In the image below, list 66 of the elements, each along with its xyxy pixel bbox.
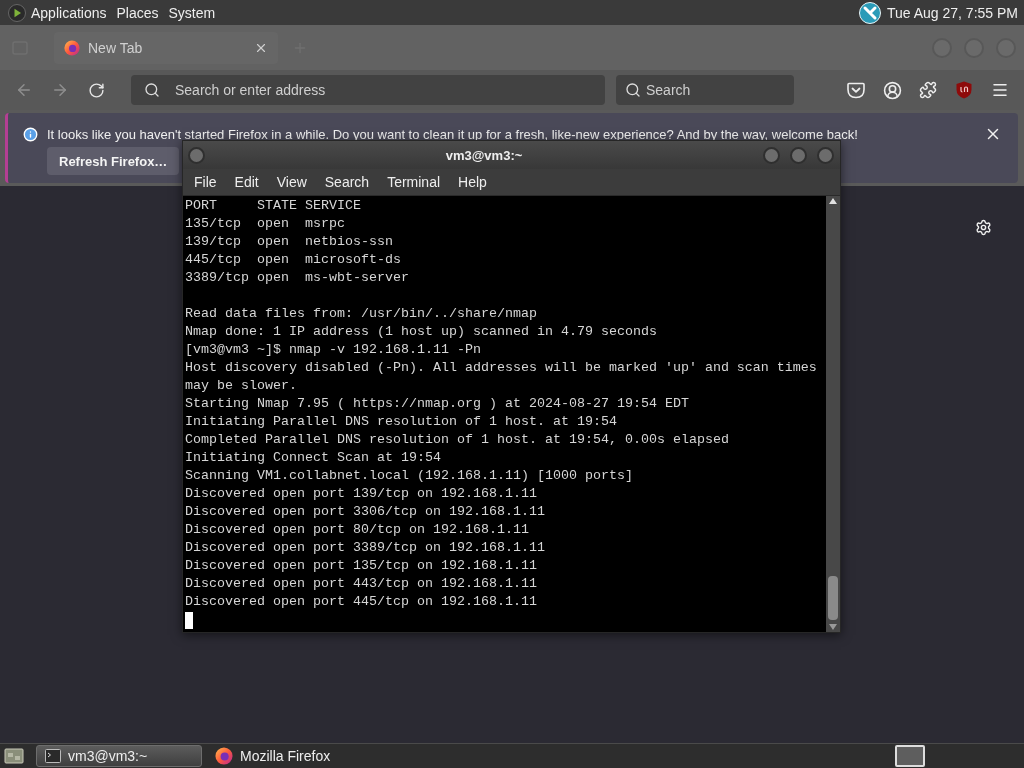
terminal-line: Discovered open port 445/tcp on 192.168.1.11 (185, 593, 538, 611)
terminal-line: Discovered open port 443/tcp on 192.168.1.11 (185, 575, 538, 593)
refresh-button[interactable]: Refresh Firefox… (47, 147, 180, 175)
terminal-line: [vm3@vm3 ~]$ nmap -v 192.168.1.11 -Pn (185, 341, 482, 359)
window-control-button[interactable] (790, 146, 807, 164)
menu-item[interactable]: View (267, 172, 316, 192)
info-icon (23, 127, 38, 142)
pocket-icon[interactable] (847, 81, 865, 99)
terminal-line: Nmap done: 1 IP address (1 host up) scanned in 4.79 seconds (185, 323, 658, 341)
menu-item[interactable]: File (185, 172, 226, 192)
terminal-line: Scanning VM1.collabnet.local (192.168.1.11) [1000 ports] (185, 467, 634, 485)
terminal-icon (45, 749, 61, 763)
clock[interactable]: Tue Aug 27, 7:55 PM (887, 4, 1018, 21)
terminal-line: Discovered open port 80/tcp on 192.168.1.11 (185, 521, 530, 539)
settings-icon[interactable] (975, 219, 992, 236)
panel-menu[interactable]: System (163, 2, 221, 23)
show-desktop-icon[interactable] (4, 747, 24, 765)
menu-icon (991, 81, 1009, 99)
search-field[interactable]: Search (616, 75, 794, 105)
terminal-line: Starting Nmap 7.95 ( https://nmap.org ) at 2024-08-27 19:54 EDT (185, 395, 690, 413)
menu-item[interactable]: Help (449, 172, 496, 192)
puzzle-icon (919, 81, 937, 99)
terminal-line: 445/tcp open microsoft-ds (185, 251, 402, 269)
search-icon (144, 82, 160, 98)
window-control-button[interactable] (817, 146, 834, 164)
play-logo-icon[interactable] (8, 3, 26, 22)
terminal-line: Host discovery disabled (-Pn). All addresses will be marked 'up' and scan times (185, 359, 818, 377)
terminal-line: 3389/tcp open ms-wbt-server (185, 269, 410, 287)
reload-icon (87, 81, 105, 99)
user-icon (882, 80, 902, 100)
terminal-line: Discovered open port 3306/tcp on 192.168.1.11 (185, 503, 546, 521)
menu-item[interactable]: Terminal (378, 172, 450, 192)
terminal-line: PORT STATE SERVICE (185, 197, 362, 215)
window-title: vm3@vm3:~ (444, 147, 524, 163)
terminal-line: Read data files from: /usr/bin/../share/nmap (185, 305, 538, 323)
scroll-down-arrow-icon[interactable] (829, 624, 837, 630)
window-control-button[interactable] (763, 146, 780, 164)
terminal-line: Initiating Connect Scan at 19:54 (185, 449, 442, 467)
scrollbar-track[interactable] (826, 196, 840, 632)
address-field[interactable]: Search or enter address (131, 75, 605, 105)
panel-menu[interactable]: Applications (26, 2, 112, 23)
panel-menu[interactable]: Places (111, 2, 164, 23)
terminal-line: 135/tcp open msrpc (185, 215, 346, 233)
text-cursor (185, 611, 193, 629)
window-menu-button[interactable] (188, 146, 205, 164)
terminal-line: may be slower. (185, 377, 298, 395)
terminal-line: Discovered open port 3389/tcp on 192.168.1.11 (185, 539, 546, 557)
browser-logo-icon (215, 747, 233, 765)
scrollbar-thumb[interactable] (828, 576, 838, 620)
terminal-line: 139/tcp open netbios-ssn (185, 233, 394, 251)
menu-item[interactable]: Search (315, 172, 379, 192)
taskbar-button[interactable]: Mozilla Firefox (206, 745, 340, 767)
terminal-line: Completed Parallel DNS resolution of 1 host. at 19:54, 0.00s elapsed (185, 431, 730, 449)
search-icon (625, 82, 641, 98)
scroll-up-arrow-icon[interactable] (829, 198, 837, 204)
browser-tab[interactable]: New Tab (54, 31, 278, 64)
workspace-switcher[interactable] (895, 745, 925, 767)
terminal-line: Initiating Parallel DNS resolution of 1 host. at 19:54 (185, 413, 618, 431)
menu-item[interactable]: Edit (225, 172, 268, 192)
app-logo-icon[interactable] (859, 1, 881, 24)
right-arrow-icon (51, 81, 69, 99)
terminal-line: Discovered open port 139/tcp on 192.168.1.11 (185, 485, 538, 503)
taskbar-button[interactable]: vm3@vm3:~ (36, 745, 202, 767)
terminal-line: Discovered open port 135/tcp on 192.168.1.11 (185, 557, 538, 575)
shield-icon[interactable] (956, 81, 972, 99)
browser-logo-icon (64, 39, 80, 56)
